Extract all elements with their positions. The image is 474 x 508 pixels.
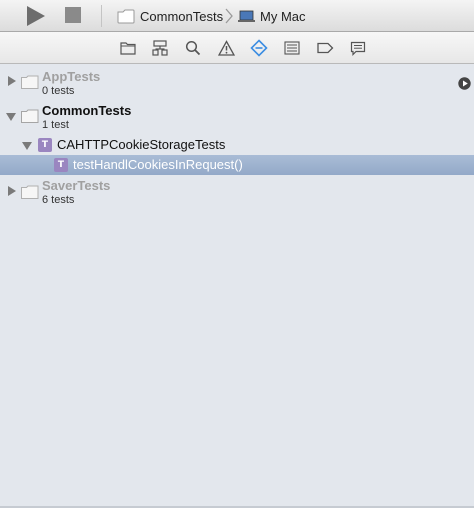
run-tests-icon[interactable] (458, 77, 471, 90)
folder-icon (117, 9, 135, 24)
debug-navigator-button[interactable] (283, 39, 301, 57)
test-target-row[interactable]: SaverTests 6 tests (0, 177, 474, 209)
breakpoint-tag-icon (316, 42, 333, 54)
symbol-navigator-button[interactable] (151, 39, 169, 57)
list-icon (284, 41, 300, 55)
toolbar-separator (101, 5, 102, 27)
test-method-icon: T (54, 158, 68, 172)
test-class-name: CAHTTPCookieStorageTests (57, 137, 226, 152)
test-target-row[interactable]: AppTests 0 tests (0, 67, 474, 99)
laptop-icon (238, 10, 255, 23)
folder-icon (21, 185, 39, 199)
breakpoint-navigator-button[interactable] (316, 39, 334, 57)
test-class-icon: T (38, 138, 52, 152)
stop-button[interactable] (64, 6, 82, 24)
test-navigator-button[interactable] (250, 39, 268, 57)
issue-navigator-button[interactable] (217, 39, 235, 57)
log-icon (350, 41, 366, 56)
test-method-row[interactable]: T testHandlCookiesInRequest() (0, 155, 474, 175)
log-navigator-button[interactable] (349, 39, 367, 57)
folder-icon (21, 75, 39, 89)
toolbar: CommonTests My Mac (0, 0, 474, 32)
disclosure-triangle-expanded-icon[interactable] (22, 141, 32, 151)
play-icon (27, 6, 45, 26)
navigator-selector-bar (0, 32, 474, 64)
target-name: SaverTests (42, 178, 111, 193)
target-test-count: 6 tests (42, 194, 75, 206)
scheme-label: CommonTests (140, 8, 224, 24)
target-test-count: 1 test (42, 119, 69, 131)
test-method-name: testHandlCookiesInRequest() (73, 157, 243, 172)
scheme-selector[interactable]: CommonTests (117, 0, 223, 32)
folder-icon (120, 42, 136, 55)
folder-icon (21, 109, 39, 123)
test-target-row[interactable]: CommonTests 1 test (0, 101, 474, 133)
stop-icon (65, 7, 81, 23)
target-name: CommonTests (42, 103, 132, 118)
project-navigator-button[interactable] (119, 39, 137, 57)
disclosure-triangle-expanded-icon[interactable] (6, 112, 16, 122)
target-test-count: 0 tests (42, 85, 75, 97)
test-diamond-icon (250, 39, 268, 57)
find-navigator-button[interactable] (184, 39, 202, 57)
run-button[interactable] (25, 5, 47, 27)
test-class-row[interactable]: T CAHTTPCookieStorageTests (0, 136, 474, 154)
breadcrumb-chevron-icon (225, 8, 233, 29)
disclosure-triangle-collapsed-icon[interactable] (7, 186, 17, 196)
warning-icon (217, 40, 235, 56)
disclosure-triangle-collapsed-icon[interactable] (7, 76, 17, 86)
search-icon (185, 40, 201, 56)
destination-selector[interactable]: My Mac (238, 0, 306, 32)
test-navigator-tree: AppTests 0 tests CommonTests 1 test T CA… (0, 65, 474, 508)
destination-label: My Mac (260, 8, 306, 24)
target-name: AppTests (42, 69, 101, 84)
hierarchy-icon (152, 40, 168, 56)
